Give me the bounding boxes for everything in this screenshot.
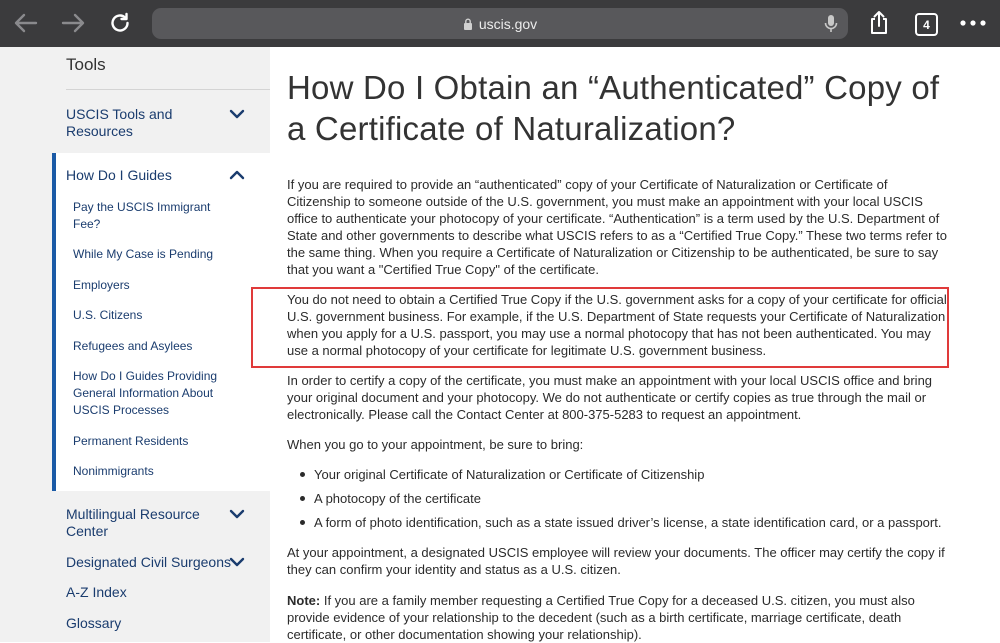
sidebar-subitem-nonimmigrants[interactable]: Nonimmigrants <box>73 463 154 480</box>
note-text: If you are a family member requesting a … <box>287 593 915 642</box>
page-title: How Do I Obtain an “Authenticated” Copy … <box>287 69 940 147</box>
forward-arrow-icon[interactable] <box>57 7 89 39</box>
paragraph-note: Note: If you are a family member request… <box>287 592 947 643</box>
list-item-text: A photocopy of the certificate <box>314 491 481 506</box>
sidebar-item-how-do-i-guides[interactable]: How Do I Guides <box>66 167 172 184</box>
sidebar-subitem-us-citizens[interactable]: U.S. Citizens <box>73 307 142 324</box>
sidebar-item-uscis-tools[interactable]: USCIS Tools and Resources <box>66 106 186 140</box>
chevron-down-icon[interactable] <box>228 508 246 520</box>
bullet-icon <box>300 520 305 525</box>
paragraph-bring: When you go to your appointment, be sure… <box>287 437 584 452</box>
sidebar-subitem-permanent-residents[interactable]: Permanent Residents <box>73 433 188 450</box>
url-text: uscis.gov <box>478 15 538 32</box>
sidebar-subitem-general-info[interactable]: How Do I Guides Providing General Inform… <box>73 368 223 419</box>
bring-list: Your original Certificate of Naturalizat… <box>287 466 967 538</box>
sidebar-subitem-case-pending[interactable]: While My Case is Pending <box>73 246 213 263</box>
sidebar-active-indicator <box>52 153 56 491</box>
sidebar-item-civil-surgeons[interactable]: Designated Civil Surgeons <box>66 554 231 571</box>
chevron-up-icon[interactable] <box>228 169 246 181</box>
list-item: A photocopy of the certificate <box>287 490 967 507</box>
bullet-icon <box>300 496 305 501</box>
lock-icon <box>463 18 473 30</box>
sidebar-divider <box>66 89 270 90</box>
paragraph-at-appointment: At your appointment, a designated USCIS … <box>287 545 945 577</box>
paragraph-intro: If you are required to provide an “authe… <box>287 177 947 277</box>
tabs-button[interactable]: 4 <box>915 13 938 36</box>
list-item: Your original Certificate of Naturalizat… <box>287 466 967 483</box>
list-item: A form of photo identification, such as … <box>287 514 967 531</box>
note-label: Note: <box>287 593 321 608</box>
sidebar-subitem-refugees[interactable]: Refugees and Asylees <box>73 338 192 355</box>
chevron-down-icon[interactable] <box>228 556 246 568</box>
sidebar-item-az-index[interactable]: A-Z Index <box>66 584 127 601</box>
sidebar-item-glossary[interactable]: Glossary <box>66 615 121 632</box>
microphone-icon[interactable] <box>824 14 838 33</box>
chevron-down-icon[interactable] <box>228 108 246 120</box>
sidebar-subitem-pay-fee[interactable]: Pay the USCIS Immigrant Fee? <box>73 199 223 233</box>
list-item-text: A form of photo identification, such as … <box>314 515 942 530</box>
sidebar-subitem-employers[interactable]: Employers <box>73 277 130 294</box>
sidebar-title: Tools <box>66 55 106 74</box>
list-item-text: Your original Certificate of Naturalizat… <box>314 467 705 482</box>
share-icon[interactable] <box>863 7 895 39</box>
more-options-icon[interactable] <box>957 7 989 39</box>
back-arrow-icon[interactable] <box>10 7 42 39</box>
address-bar[interactable]: uscis.gov <box>152 8 848 39</box>
reload-icon[interactable] <box>104 7 136 39</box>
sidebar-item-multilingual[interactable]: Multilingual Resource Center <box>66 506 206 540</box>
bullet-icon <box>300 472 305 477</box>
browser-toolbar: uscis.gov 4 <box>0 0 1000 47</box>
sidebar: Tools USCIS Tools and Resources How Do I… <box>0 47 270 642</box>
paragraph-appointment: In order to certify a copy of the certif… <box>287 373 933 422</box>
highlight-annotation-box <box>251 287 949 368</box>
